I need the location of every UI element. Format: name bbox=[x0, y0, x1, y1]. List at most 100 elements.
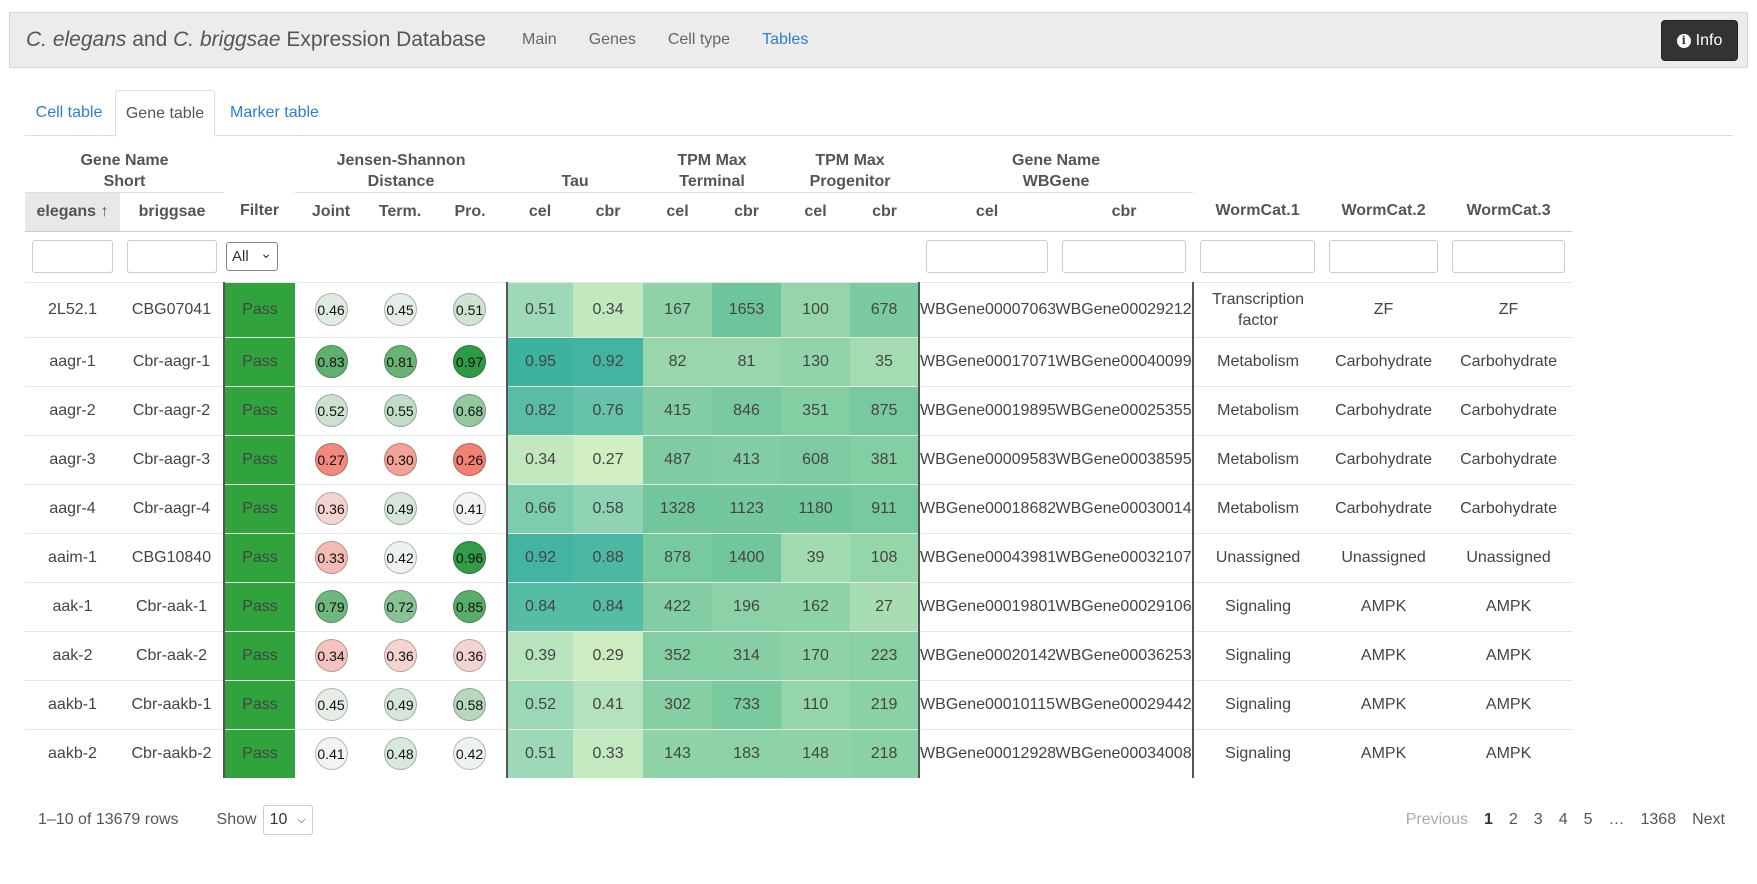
column-header[interactable]: cel bbox=[507, 192, 574, 232]
cell-elegans[interactable]: aakb-1 bbox=[25, 679, 120, 729]
cell-filter: Pass bbox=[223, 281, 296, 337]
nav-link-tables[interactable]: Tables bbox=[762, 31, 808, 49]
pagination-page[interactable]: 5 bbox=[1584, 811, 1593, 829]
info-button[interactable]: i Info bbox=[1661, 20, 1738, 61]
column-header-row: elegans ↑ briggsae Filter Joint Term. Pro. cel… bbox=[25, 192, 1573, 232]
cell-tp_cel: 170 bbox=[781, 630, 851, 680]
cell-wb_cbr: WBGene00032107 bbox=[1055, 532, 1194, 582]
column-header[interactable]: cbr bbox=[1055, 192, 1194, 232]
pagination-previous[interactable]: Previous bbox=[1406, 811, 1468, 829]
column-header[interactable]: cbr bbox=[712, 192, 782, 232]
table-row[interactable]: aakb-2 Cbr-aakb-2 Pass 0.41 0.48 0.42 0.51 0.33… bbox=[25, 728, 1573, 778]
cell-term: 0.72 bbox=[367, 581, 434, 631]
cell-tau_cbr: 0.92 bbox=[573, 336, 644, 386]
cell-joint: 0.83 bbox=[295, 336, 368, 386]
table-tabs: Cell table Gene table Marker table bbox=[25, 90, 1733, 137]
cell-tau_cbr: 0.29 bbox=[573, 630, 644, 680]
table-row[interactable]: aak-1 Cbr-aak-1 Pass 0.79 0.72 0.85 0.84 0.84 42… bbox=[25, 581, 1573, 631]
cell-elegans[interactable]: 2L52.1 bbox=[25, 281, 120, 337]
table-row[interactable]: aakb-1 Cbr-aakb-1 Pass 0.45 0.49 0.58 0.52 0.41… bbox=[25, 679, 1573, 729]
pagination-next[interactable]: Next bbox=[1692, 811, 1725, 829]
column-header[interactable]: elegans ↑ bbox=[25, 192, 120, 232]
filter-cell bbox=[781, 231, 850, 282]
cell-elegans[interactable]: aagr-1 bbox=[25, 336, 120, 386]
cell-briggsae: CBG10840 bbox=[120, 532, 225, 582]
tab-gene-table[interactable]: Gene table bbox=[115, 90, 215, 137]
cell-wc2: AMPK bbox=[1322, 679, 1446, 729]
rows-info: 1–10 of 13679 rows bbox=[38, 811, 179, 828]
filter-cell bbox=[1445, 231, 1572, 282]
pagination-page[interactable]: 4 bbox=[1559, 811, 1568, 829]
tab-cell-table[interactable]: Cell table bbox=[25, 90, 113, 136]
column-header[interactable]: briggsae bbox=[120, 192, 225, 232]
table-row[interactable]: aagr-1 Cbr-aagr-1 Pass 0.83 0.81 0.97 0.95 0.92… bbox=[25, 336, 1573, 386]
cell-elegans[interactable]: aaim-1 bbox=[25, 532, 120, 582]
tab-marker-table[interactable]: Marker table bbox=[217, 90, 332, 136]
nav-link-genes[interactable]: Genes bbox=[589, 31, 636, 49]
cell-wb_cel: WBGene00010115 bbox=[919, 679, 1056, 729]
table-row[interactable]: aagr-3 Cbr-aagr-3 Pass 0.27 0.30 0.26 0.34 0.27… bbox=[25, 434, 1573, 484]
cell-term: 0.55 bbox=[367, 385, 434, 435]
table-row[interactable]: aagr-4 Cbr-aagr-4 Pass 0.36 0.49 0.41 0.66 0.58… bbox=[25, 483, 1573, 533]
column-filter-input[interactable] bbox=[1062, 240, 1187, 273]
info-button-label: Info bbox=[1695, 31, 1723, 49]
cell-tau_cbr: 0.33 bbox=[573, 728, 644, 778]
cell-elegans[interactable]: aagr-2 bbox=[25, 385, 120, 435]
jsd-bubble: 0.33 bbox=[314, 541, 348, 574]
pagination-page[interactable]: 1368 bbox=[1641, 811, 1677, 829]
column-filter-input[interactable] bbox=[926, 240, 1049, 273]
cell-filter: Pass bbox=[223, 630, 296, 680]
table-row[interactable]: 2L52.1 CBG07041 Pass 0.46 0.45 0.51 0.51 0.34 16… bbox=[25, 281, 1573, 337]
cell-wb_cbr: WBGene00036253 bbox=[1055, 630, 1194, 680]
table-footer: 1–10 of 13679 rows Show 10 ⌵ Previous 1 2 3… bbox=[25, 800, 1733, 840]
column-header[interactable]: Filter bbox=[224, 192, 296, 232]
cell-elegans[interactable]: aakb-2 bbox=[25, 728, 120, 778]
column-header[interactable]: cel bbox=[919, 192, 1056, 232]
cell-tp_cbr: 678 bbox=[850, 281, 921, 337]
filter-select[interactable]: All ⌄ bbox=[226, 242, 279, 271]
cell-filter: Pass bbox=[223, 679, 296, 729]
column-header[interactable]: cbr bbox=[573, 192, 644, 232]
cell-tau_cbr: 0.34 bbox=[573, 281, 644, 337]
pagination-page[interactable]: 3 bbox=[1534, 811, 1543, 829]
pagination-page[interactable]: 2 bbox=[1509, 811, 1518, 829]
column-header[interactable]: cel bbox=[781, 192, 851, 232]
pagination-page[interactable]: 1 bbox=[1484, 811, 1493, 829]
page-size-select[interactable]: 10 ⌵ bbox=[262, 805, 313, 835]
nav-link-cell-type[interactable]: Cell type bbox=[668, 31, 730, 49]
cell-elegans[interactable]: aak-1 bbox=[25, 581, 120, 631]
column-filter-input[interactable] bbox=[1329, 240, 1439, 273]
column-header[interactable]: Joint bbox=[295, 192, 368, 232]
column-filter-input[interactable] bbox=[32, 240, 113, 273]
table-row[interactable]: aaim-1 CBG10840 Pass 0.33 0.42 0.96 0.92 0.88 87… bbox=[25, 532, 1573, 582]
cell-wc2: Carbohydrate bbox=[1322, 434, 1446, 484]
cell-elegans[interactable]: aagr-3 bbox=[25, 434, 120, 484]
cell-joint: 0.45 bbox=[295, 679, 368, 729]
cell-wc2: Carbohydrate bbox=[1322, 483, 1446, 533]
column-header[interactable]: Pro. bbox=[433, 192, 508, 232]
column-header[interactable]: cbr bbox=[850, 192, 920, 232]
column-filter-input[interactable] bbox=[127, 240, 217, 273]
app-brand[interactable]: C. elegans and C. briggsae Expression Da… bbox=[26, 28, 486, 52]
nav-link-main[interactable]: Main bbox=[522, 31, 557, 49]
jsd-bubble: 0.79 bbox=[314, 590, 348, 623]
cell-elegans[interactable]: aagr-4 bbox=[25, 483, 120, 533]
table-row[interactable]: aak-2 Cbr-aak-2 Pass 0.34 0.36 0.36 0.39 0.29 35… bbox=[25, 630, 1573, 680]
column-header[interactable]: WormCat.2 bbox=[1322, 192, 1446, 232]
jsd-bubble: 0.41 bbox=[314, 737, 348, 771]
column-header[interactable]: WormCat.1 bbox=[1193, 192, 1323, 232]
cell-elegans[interactable]: aak-2 bbox=[25, 630, 120, 680]
column-filter-input[interactable] bbox=[1452, 240, 1566, 273]
table-row[interactable]: aagr-2 Cbr-aagr-2 Pass 0.52 0.55 0.68 0.82 0.76… bbox=[25, 385, 1573, 435]
cell-briggsae: Cbr-aagr-2 bbox=[120, 385, 225, 435]
brand-species2: C. briggsae bbox=[173, 28, 281, 51]
column-header[interactable]: WormCat.3 bbox=[1445, 192, 1573, 232]
cell-wc3: AMPK bbox=[1445, 581, 1573, 631]
cell-tp_cel: 100 bbox=[781, 281, 851, 337]
cell-tt_cbr: 846 bbox=[712, 385, 782, 435]
column-filter-input[interactable] bbox=[1200, 240, 1316, 273]
column-header[interactable]: Term. bbox=[367, 192, 434, 232]
column-header[interactable]: cel bbox=[643, 192, 713, 232]
cell-wb_cel: WBGene00009583 bbox=[919, 434, 1056, 484]
cell-briggsae: Cbr-aagr-4 bbox=[120, 483, 225, 533]
